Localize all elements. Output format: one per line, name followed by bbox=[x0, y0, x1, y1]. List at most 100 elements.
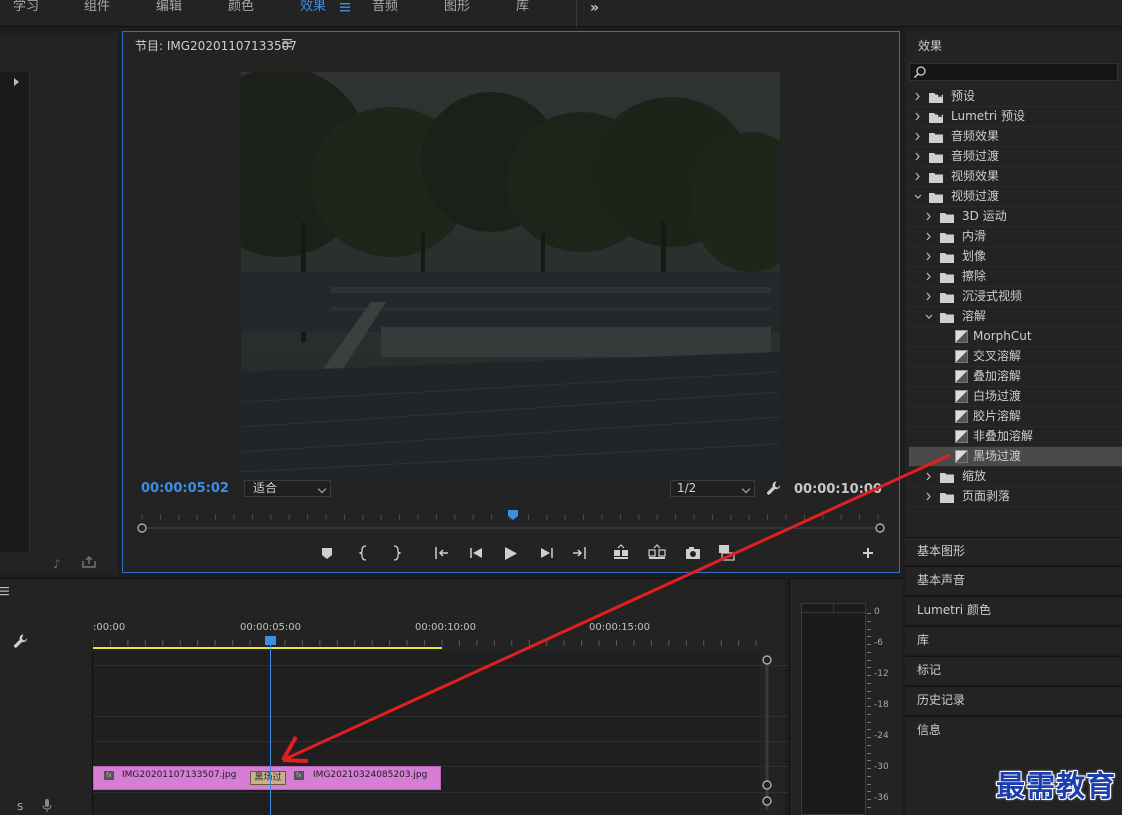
video-clip-b[interactable]: fx IMG20210324085203.jpg bbox=[270, 766, 441, 790]
tab-effects[interactable]: 效果 bbox=[300, 0, 326, 16]
effects-tree-item[interactable]: Lumetri 预设 bbox=[909, 107, 1122, 127]
effects-tree-item[interactable]: 交叉溶解 bbox=[909, 347, 1122, 367]
tab-assembly[interactable]: 组件 bbox=[84, 0, 110, 16]
effects-tree-item[interactable]: 内滑 bbox=[909, 227, 1122, 247]
timeline-tracks[interactable] bbox=[93, 651, 853, 815]
panel-essential-sound[interactable]: 基本声音 bbox=[905, 566, 1122, 594]
button-editor-button[interactable] bbox=[863, 548, 873, 558]
chevron-right-icon[interactable] bbox=[913, 107, 923, 126]
video-clip-a[interactable]: fx IMG20201107133507.jpg bbox=[93, 766, 271, 790]
effects-tree-item[interactable]: 叠加溶解 bbox=[909, 367, 1122, 387]
chevron-right-icon[interactable] bbox=[924, 467, 934, 486]
program-zoom-scrollbar[interactable] bbox=[136, 522, 886, 534]
chevron-right-icon[interactable] bbox=[913, 127, 923, 146]
add-marker-button[interactable] bbox=[322, 548, 332, 559]
chevron-right-icon[interactable] bbox=[924, 227, 934, 246]
panel-markers[interactable]: 标记 bbox=[905, 656, 1122, 684]
go-to-out-button[interactable] bbox=[573, 547, 586, 559]
chevron-right-icon[interactable] bbox=[924, 247, 934, 266]
panel-history[interactable]: 历史记录 bbox=[905, 686, 1122, 714]
effects-tree-item[interactable]: 擦除 bbox=[909, 267, 1122, 287]
timeline-time-ruler[interactable] bbox=[93, 620, 763, 650]
chevron-right-icon[interactable] bbox=[924, 487, 934, 506]
music-note-icon[interactable]: ♪ bbox=[53, 557, 61, 571]
effects-tree-item[interactable]: 溶解 bbox=[909, 307, 1122, 327]
search-icon bbox=[913, 66, 926, 79]
workspace-menu-icon[interactable] bbox=[339, 0, 351, 14]
effects-search-input[interactable] bbox=[909, 63, 1118, 81]
effects-tree-item[interactable]: 3D 运动 bbox=[909, 207, 1122, 227]
more-workspaces-icon[interactable]: » bbox=[590, 0, 599, 16]
tab-audio[interactable]: 音频 bbox=[372, 0, 398, 16]
tab-graphics[interactable]: 图形 bbox=[444, 0, 470, 16]
tab-editing[interactable]: 编辑 bbox=[156, 0, 182, 16]
timeline-settings-icon[interactable] bbox=[13, 633, 29, 649]
step-forward-button[interactable] bbox=[541, 548, 553, 558]
panel-menu-icon[interactable] bbox=[282, 38, 292, 49]
effects-tree-item[interactable]: 视频效果 bbox=[909, 167, 1122, 187]
effects-tree-item[interactable]: 划像 bbox=[909, 247, 1122, 267]
program-time-ruler[interactable] bbox=[136, 510, 886, 522]
current-timecode[interactable]: 00:00:05:02 bbox=[141, 481, 229, 496]
tab-learning[interactable]: 学习 bbox=[13, 0, 39, 16]
lift-button[interactable] bbox=[614, 544, 628, 559]
panel-essential-graphics[interactable]: 基本图形 bbox=[905, 537, 1122, 565]
go-to-in-button[interactable] bbox=[435, 547, 448, 559]
db-label: -24 bbox=[874, 731, 889, 741]
chevron-down-icon[interactable] bbox=[924, 307, 934, 326]
panel-lumetri-color[interactable]: Lumetri 颜色 bbox=[905, 596, 1122, 624]
effects-tree-item[interactable]: 预设 bbox=[909, 87, 1122, 107]
tab-libraries[interactable]: 库 bbox=[516, 0, 529, 16]
chevron-right-icon[interactable] bbox=[924, 287, 934, 306]
wrench-icon[interactable] bbox=[766, 480, 782, 496]
timeline-vertical-scrollbar[interactable] bbox=[760, 655, 774, 815]
zoom-fit-select[interactable]: 适合 bbox=[244, 480, 331, 497]
effects-tree-item[interactable]: 黑场过渡 bbox=[909, 447, 1122, 467]
export-frame-button[interactable] bbox=[686, 547, 700, 559]
mark-in-button[interactable] bbox=[358, 545, 367, 561]
play-button[interactable] bbox=[505, 547, 517, 560]
panel-libraries[interactable]: 库 bbox=[905, 626, 1122, 654]
folder-icon bbox=[940, 213, 954, 223]
extract-button[interactable] bbox=[648, 544, 666, 559]
chevron-right-icon[interactable] bbox=[924, 207, 934, 226]
effects-panel-title[interactable]: 效果 bbox=[918, 37, 942, 54]
duration-timecode: 00:00:10:00 bbox=[794, 482, 882, 497]
comparison-view-button[interactable] bbox=[719, 545, 735, 561]
chevron-right-icon[interactable] bbox=[913, 167, 923, 186]
chevron-right-icon[interactable] bbox=[924, 267, 934, 286]
step-back-button[interactable] bbox=[470, 548, 482, 558]
folder-icon bbox=[929, 153, 943, 163]
effects-tree-item[interactable]: 音频效果 bbox=[909, 127, 1122, 147]
effects-tree-label: Lumetri 预设 bbox=[951, 109, 1025, 123]
track-solo-toggle[interactable]: S bbox=[17, 802, 23, 813]
db-tick bbox=[867, 729, 871, 731]
work-area-bar[interactable] bbox=[93, 647, 442, 649]
effects-tree-item[interactable]: 非叠加溶解 bbox=[909, 427, 1122, 447]
program-monitor-title[interactable]: 节目: IMG20201107133507 bbox=[135, 37, 297, 54]
chevron-down-icon[interactable] bbox=[913, 187, 923, 206]
mark-out-button[interactable] bbox=[393, 545, 402, 561]
effects-tree-item[interactable]: 胶片溶解 bbox=[909, 407, 1122, 427]
preset-folder-icon bbox=[929, 112, 943, 123]
effects-tree-item[interactable]: 白场过渡 bbox=[909, 387, 1122, 407]
effects-tree-item[interactable]: 缩放 bbox=[909, 467, 1122, 487]
effects-tree-item[interactable]: MorphCut bbox=[909, 327, 1122, 347]
timeline-playhead[interactable] bbox=[265, 636, 276, 645]
program-video-frame[interactable] bbox=[241, 72, 780, 476]
playback-resolution-select[interactable]: 1/2 bbox=[670, 480, 755, 497]
microphone-icon[interactable] bbox=[42, 799, 52, 813]
expand-arrow-icon[interactable] bbox=[14, 78, 19, 86]
timeline-menu-icon[interactable] bbox=[0, 586, 9, 596]
effects-tree-item[interactable]: 沉浸式视频 bbox=[909, 287, 1122, 307]
dip-to-black-transition[interactable]: 黑场过 bbox=[250, 771, 286, 785]
db-tick bbox=[867, 713, 871, 715]
effects-tree-item[interactable]: 视频过渡 bbox=[909, 187, 1122, 207]
chevron-right-icon[interactable] bbox=[913, 147, 923, 166]
export-frame-icon[interactable] bbox=[82, 556, 96, 568]
effects-tree-item[interactable]: 音频过渡 bbox=[909, 147, 1122, 167]
tab-color[interactable]: 颜色 bbox=[228, 0, 254, 16]
effects-tree-item[interactable]: 页面剥落 bbox=[909, 487, 1122, 507]
db-tick bbox=[867, 806, 871, 808]
chevron-right-icon[interactable] bbox=[913, 87, 923, 106]
